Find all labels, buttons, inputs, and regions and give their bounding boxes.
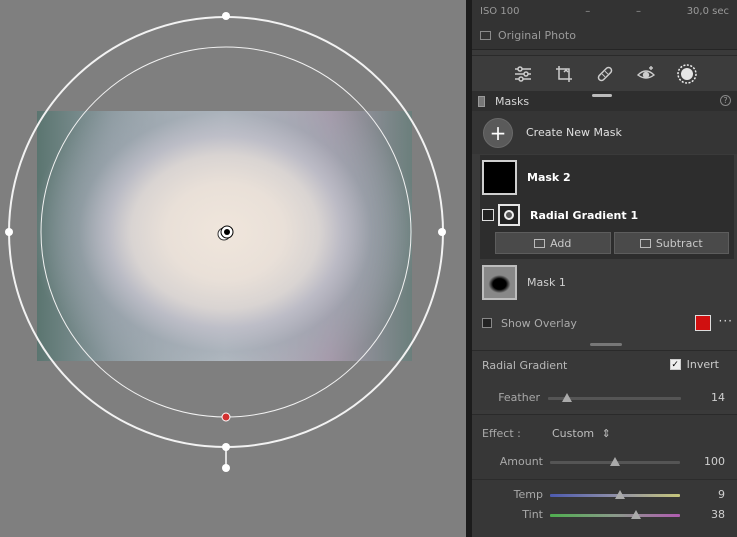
amount-label: Amount [499,455,543,468]
tool-strip [472,55,737,91]
feather-slider[interactable] [548,393,681,402]
effect-label: Effect : [482,427,521,440]
center-handle-dot [224,229,230,235]
original-photo-label: Original Photo [498,29,576,42]
masks-title: Masks [495,94,530,108]
invert-toggle[interactable]: ✓ Invert [669,358,719,371]
drag-handle[interactable] [592,94,612,97]
mask-1-item[interactable]: Mask 1 [480,262,734,302]
subtract-icon [639,238,651,248]
amount-value[interactable]: 100 [704,455,725,468]
focal-value: – [635,5,641,17]
dropdown-arrow-icon: ⇕ [601,427,611,440]
radial-gradient-title: Radial Gradient [482,359,568,372]
more-options-icon[interactable]: ··· [719,314,733,328]
right-handle[interactable] [438,228,446,236]
masks-icon[interactable] [676,63,698,85]
temp-label: Temp [513,488,543,501]
aperture-value: – [585,5,591,17]
feather-slider-knob[interactable] [561,393,572,402]
effect-preset-dropdown[interactable]: Custom ⇕ [552,427,611,440]
radial-gradient-1-label[interactable]: Radial Gradient 1 [530,209,638,222]
radial-gradient-1-item[interactable]: Radial Gradient 1 [480,203,734,227]
create-new-mask-label: Create New Mask [526,126,622,139]
shutter-value: 30,0 sec [686,5,729,17]
mask-2-group: Mask 2 Radial Gradient 1 Add Subtract [480,155,734,259]
temp-slider-row: Temp 9 [472,486,737,504]
add-button[interactable]: Add [495,232,611,254]
healing-icon[interactable] [594,63,616,85]
feather-value[interactable]: 14 [711,391,725,404]
add-icon [534,238,546,248]
crop-icon[interactable] [553,63,575,85]
help-icon[interactable]: ? [720,95,731,106]
section-toggle-icon[interactable] [478,95,485,107]
create-new-mask-button[interactable]: + Create New Mask [472,111,737,154]
mask-2-label[interactable]: Mask 2 [527,171,571,184]
invert-checkbox[interactable]: ✓ [669,359,681,370]
mask-2-thumbnail[interactable] [482,159,517,195]
temp-slider[interactable] [550,490,680,499]
tint-slider-knob[interactable] [630,510,641,519]
feather-label: Feather [498,391,540,404]
radial-gradient-overlay[interactable] [0,0,466,537]
subtract-button[interactable]: Subtract [613,232,729,254]
top-handle[interactable] [222,12,230,20]
exif-info-row: ISO 100 – – 30,0 sec [472,0,737,22]
tint-slider-row: Tint 38 [472,506,737,524]
effect-divider [472,479,737,480]
original-photo-icon [480,31,491,40]
iso-value: ISO 100 [480,5,520,17]
add-subtract-row: Add Subtract [495,232,729,254]
mask-1-thumbnail[interactable] [482,264,517,300]
add-label: Add [550,236,572,250]
left-handle[interactable] [5,228,13,236]
overlay-color-swatch[interactable] [695,315,711,331]
amount-slider[interactable] [550,457,680,466]
feather-slider-row: Feather 14 [472,389,737,407]
mask-2-item[interactable]: Mask 2 [480,155,734,199]
invert-label[interactable]: Invert [687,358,719,371]
redeye-icon[interactable] [635,63,657,85]
tint-slider[interactable] [550,510,680,519]
photo-canvas[interactable] [0,0,466,537]
right-panel: ISO 100 – – 30,0 sec Original Photo Mask… [472,0,737,537]
tint-value[interactable]: 38 [711,508,725,521]
effect-section: Effect : Custom ⇕ Amount 100 Temp 9 Tint… [472,414,737,537]
adjust-sliders-icon[interactable] [512,63,534,85]
feather-handle[interactable] [221,412,231,422]
temp-slider-knob[interactable] [615,490,626,499]
effect-preset-value: Custom [552,427,595,440]
rotation-handle[interactable] [222,464,230,472]
amount-slider-row: Amount 100 [472,453,737,471]
mask-1-label[interactable]: Mask 1 [527,276,566,289]
section-resize-handle[interactable] [590,343,622,346]
show-overlay-checkbox[interactable] [482,318,492,328]
show-overlay-label[interactable]: Show Overlay [501,317,577,330]
radial-gradient-icon[interactable] [498,204,520,226]
original-photo-toggle[interactable]: Original Photo [472,22,737,50]
show-overlay-row: Show Overlay ··· [472,308,737,338]
radial-gradient-section: Radial Gradient ✓ Invert Feather 14 [472,350,737,410]
amount-slider-knob[interactable] [610,457,620,466]
component-mode-icon[interactable] [482,209,494,221]
subtract-label: Subtract [655,236,703,250]
plus-icon[interactable]: + [483,117,513,148]
temp-value[interactable]: 9 [718,488,725,501]
tint-label: Tint [522,508,543,521]
